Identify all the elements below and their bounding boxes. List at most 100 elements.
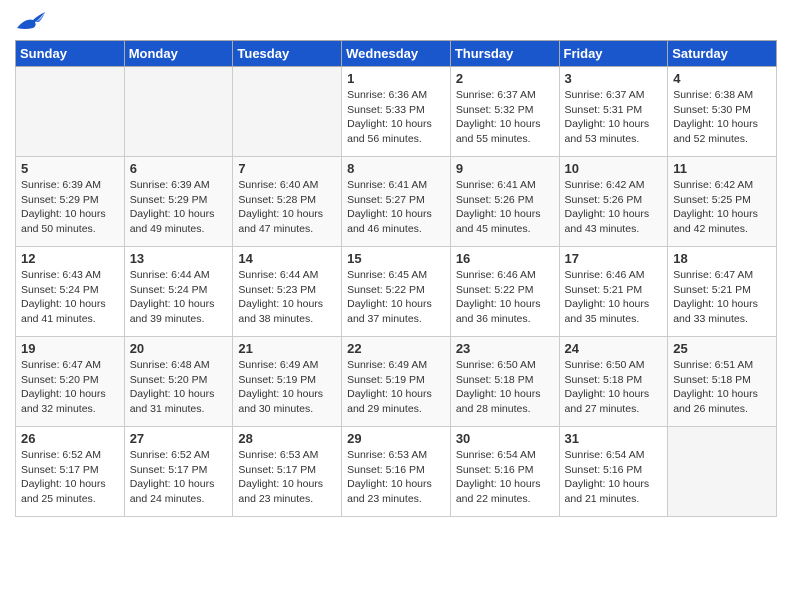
day-number: 31 [565, 431, 663, 446]
day-number: 12 [21, 251, 119, 266]
day-cell: 14 Sunrise: 6:44 AMSunset: 5:23 PMDayligh… [233, 247, 342, 337]
header [15, 10, 777, 32]
day-cell: 15 Sunrise: 6:45 AMSunset: 5:22 PMDayligh… [342, 247, 451, 337]
day-cell: 11Sunrise: 6:42 AMSunset: 5:25 PMDayligh… [668, 157, 777, 247]
day-cell [16, 67, 125, 157]
day-info: Sunrise: 6:43 AMSunset: 5:24 PMDaylight:… [21, 268, 119, 327]
day-info: Sunrise: 6:54 AMSunset: 5:16 PMDaylight:… [456, 448, 554, 507]
day-number: 1 [347, 71, 445, 86]
day-number: 8 [347, 161, 445, 176]
day-number: 11 [673, 161, 771, 176]
day-info: Sunrise: 6:40 AMSunset: 5:28 PMDaylight:… [238, 178, 336, 237]
day-cell: 16Sunrise: 6:46 AMSunset: 5:22 PMDayligh… [450, 247, 559, 337]
day-number: 27 [130, 431, 228, 446]
calendar-table: SundayMondayTuesdayWednesdayThursdayFrid… [15, 40, 777, 517]
week-row-2: 5Sunrise: 6:39 AMSunset: 5:29 PMDaylight… [16, 157, 777, 247]
day-cell: 20 Sunrise: 6:48 AMSunset: 5:20 PMDayligh… [124, 337, 233, 427]
day-number: 18 [673, 251, 771, 266]
day-info: Sunrise: 6:44 AMSunset: 5:23 PMDaylight:… [238, 268, 336, 327]
day-cell: 9 Sunrise: 6:41 AMSunset: 5:26 PMDaylight… [450, 157, 559, 247]
day-cell: 8Sunrise: 6:41 AMSunset: 5:27 PMDaylight… [342, 157, 451, 247]
weekday-header-friday: Friday [559, 41, 668, 67]
day-info: Sunrise: 6:38 AMSunset: 5:30 PMDaylight:… [673, 88, 771, 147]
day-cell: 28 Sunrise: 6:53 AMSunset: 5:17 PMDayligh… [233, 427, 342, 517]
day-cell: 4 Sunrise: 6:38 AMSunset: 5:30 PMDaylight… [668, 67, 777, 157]
day-cell: 17 Sunrise: 6:46 AMSunset: 5:21 PMDayligh… [559, 247, 668, 337]
day-info: Sunrise: 6:37 AMSunset: 5:31 PMDaylight:… [565, 88, 663, 147]
day-cell: 13Sunrise: 6:44 AMSunset: 5:24 PMDayligh… [124, 247, 233, 337]
day-info: Sunrise: 6:49 AMSunset: 5:19 PMDaylight:… [238, 358, 336, 417]
weekday-header-tuesday: Tuesday [233, 41, 342, 67]
day-cell: 22 Sunrise: 6:49 AMSunset: 5:19 PMDayligh… [342, 337, 451, 427]
weekday-header-thursday: Thursday [450, 41, 559, 67]
day-cell [668, 427, 777, 517]
day-info: Sunrise: 6:36 AMSunset: 5:33 PMDaylight:… [347, 88, 445, 147]
day-cell: 5Sunrise: 6:39 AMSunset: 5:29 PMDaylight… [16, 157, 125, 247]
day-info: Sunrise: 6:50 AMSunset: 5:18 PMDaylight:… [565, 358, 663, 417]
day-number: 6 [130, 161, 228, 176]
day-info: Sunrise: 6:51 AMSunset: 5:18 PMDaylight:… [673, 358, 771, 417]
day-info: Sunrise: 6:48 AMSunset: 5:20 PMDaylight:… [130, 358, 228, 417]
day-number: 24 [565, 341, 663, 356]
day-cell: 19Sunrise: 6:47 AMSunset: 5:20 PMDayligh… [16, 337, 125, 427]
day-cell [124, 67, 233, 157]
day-number: 26 [21, 431, 119, 446]
day-number: 15 [347, 251, 445, 266]
day-number: 21 [238, 341, 336, 356]
day-cell: 12 Sunrise: 6:43 AMSunset: 5:24 PMDayligh… [16, 247, 125, 337]
day-number: 4 [673, 71, 771, 86]
day-cell: 26 Sunrise: 6:52 AMSunset: 5:17 PMDayligh… [16, 427, 125, 517]
day-info: Sunrise: 6:42 AMSunset: 5:26 PMDaylight:… [565, 178, 663, 237]
week-row-4: 19Sunrise: 6:47 AMSunset: 5:20 PMDayligh… [16, 337, 777, 427]
page: SundayMondayTuesdayWednesdayThursdayFrid… [0, 0, 792, 527]
day-number: 30 [456, 431, 554, 446]
day-cell [233, 67, 342, 157]
day-cell: 25 Sunrise: 6:51 AMSunset: 5:18 PMDayligh… [668, 337, 777, 427]
day-info: Sunrise: 6:37 AMSunset: 5:32 PMDaylight:… [456, 88, 554, 147]
day-cell: 6 Sunrise: 6:39 AMSunset: 5:29 PMDaylight… [124, 157, 233, 247]
day-number: 17 [565, 251, 663, 266]
day-cell: 24 Sunrise: 6:50 AMSunset: 5:18 PMDayligh… [559, 337, 668, 427]
day-number: 10 [565, 161, 663, 176]
day-info: Sunrise: 6:46 AMSunset: 5:22 PMDaylight:… [456, 268, 554, 327]
day-cell: 2 Sunrise: 6:37 AMSunset: 5:32 PMDaylight… [450, 67, 559, 157]
day-cell: 18Sunrise: 6:47 AMSunset: 5:21 PMDayligh… [668, 247, 777, 337]
day-cell: 30 Sunrise: 6:54 AMSunset: 5:16 PMDayligh… [450, 427, 559, 517]
day-number: 2 [456, 71, 554, 86]
day-info: Sunrise: 6:49 AMSunset: 5:19 PMDaylight:… [347, 358, 445, 417]
weekday-header-wednesday: Wednesday [342, 41, 451, 67]
day-number: 7 [238, 161, 336, 176]
day-info: Sunrise: 6:47 AMSunset: 5:20 PMDaylight:… [21, 358, 119, 417]
day-info: Sunrise: 6:53 AMSunset: 5:16 PMDaylight:… [347, 448, 445, 507]
day-number: 25 [673, 341, 771, 356]
day-number: 28 [238, 431, 336, 446]
day-info: Sunrise: 6:44 AMSunset: 5:24 PMDaylight:… [130, 268, 228, 327]
weekday-header-monday: Monday [124, 41, 233, 67]
weekday-header-saturday: Saturday [668, 41, 777, 67]
day-info: Sunrise: 6:46 AMSunset: 5:21 PMDaylight:… [565, 268, 663, 327]
day-number: 22 [347, 341, 445, 356]
day-cell: 10 Sunrise: 6:42 AMSunset: 5:26 PMDayligh… [559, 157, 668, 247]
logo [15, 10, 45, 32]
logo-bird-icon [17, 10, 45, 32]
day-info: Sunrise: 6:54 AMSunset: 5:16 PMDaylight:… [565, 448, 663, 507]
day-number: 9 [456, 161, 554, 176]
day-cell: 3 Sunrise: 6:37 AMSunset: 5:31 PMDaylight… [559, 67, 668, 157]
day-number: 14 [238, 251, 336, 266]
day-info: Sunrise: 6:39 AMSunset: 5:29 PMDaylight:… [130, 178, 228, 237]
day-cell: 31 Sunrise: 6:54 AMSunset: 5:16 PMDayligh… [559, 427, 668, 517]
day-info: Sunrise: 6:53 AMSunset: 5:17 PMDaylight:… [238, 448, 336, 507]
week-row-1: 1 Sunrise: 6:36 AMSunset: 5:33 PMDaylight… [16, 67, 777, 157]
day-info: Sunrise: 6:41 AMSunset: 5:26 PMDaylight:… [456, 178, 554, 237]
day-cell: 29 Sunrise: 6:53 AMSunset: 5:16 PMDayligh… [342, 427, 451, 517]
day-cell: 21 Sunrise: 6:49 AMSunset: 5:19 PMDayligh… [233, 337, 342, 427]
day-number: 20 [130, 341, 228, 356]
day-info: Sunrise: 6:45 AMSunset: 5:22 PMDaylight:… [347, 268, 445, 327]
day-cell: 7 Sunrise: 6:40 AMSunset: 5:28 PMDaylight… [233, 157, 342, 247]
day-info: Sunrise: 6:52 AMSunset: 5:17 PMDaylight:… [130, 448, 228, 507]
weekday-header-row: SundayMondayTuesdayWednesdayThursdayFrid… [16, 41, 777, 67]
day-number: 3 [565, 71, 663, 86]
day-number: 29 [347, 431, 445, 446]
week-row-5: 26 Sunrise: 6:52 AMSunset: 5:17 PMDayligh… [16, 427, 777, 517]
day-info: Sunrise: 6:52 AMSunset: 5:17 PMDaylight:… [21, 448, 119, 507]
